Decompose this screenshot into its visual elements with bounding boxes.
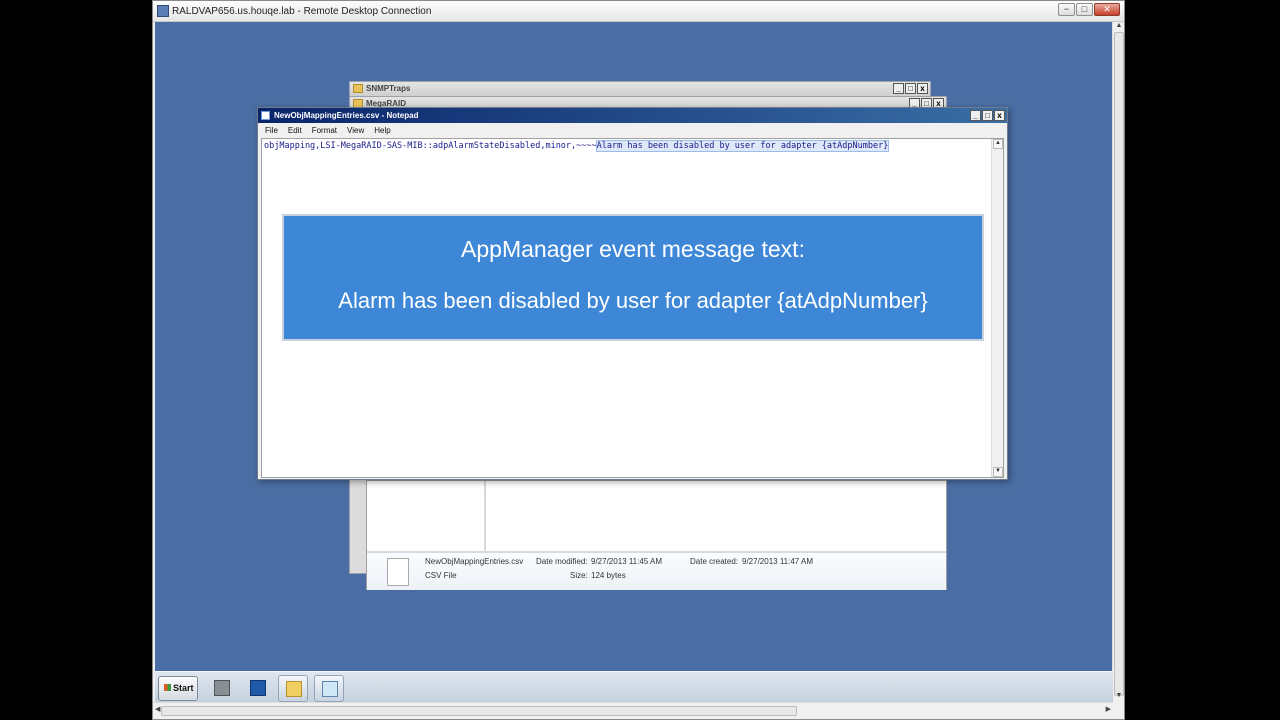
details-pane: NewObjMappingEntries.csv CSV File Date m… xyxy=(367,551,946,590)
callout-heading: AppManager event message text: xyxy=(461,236,805,262)
menu-help[interactable]: Help xyxy=(374,124,390,138)
horizontal-scroll-thumb[interactable] xyxy=(161,706,797,716)
menu-bar: File Edit Format View Help xyxy=(258,124,1007,138)
selected-text[interactable]: Alarm has been disabled by user for adap… xyxy=(595,140,890,152)
rdp-app-icon xyxy=(157,5,169,17)
window-title: SNMPTraps xyxy=(366,84,411,93)
callout-message: Alarm has been disabled by user for adap… xyxy=(338,288,928,313)
vertical-scrollbar[interactable]: ▲ ▼ xyxy=(1112,22,1124,704)
navigation-pane[interactable] xyxy=(367,481,484,551)
date-created-label: Date created: xyxy=(690,557,739,566)
server-manager-icon[interactable] xyxy=(207,675,237,702)
scroll-right-icon[interactable]: ▶ xyxy=(1106,705,1111,713)
date-modified: 9/27/2013 11:45 AM xyxy=(591,557,663,566)
menu-view[interactable]: View xyxy=(347,124,364,138)
menu-file[interactable]: File xyxy=(265,124,278,138)
taskbar: Start xyxy=(155,671,1113,704)
scroll-left-icon[interactable]: ◀ xyxy=(155,705,160,713)
editor-scrollbar[interactable]: ▲ ▼ xyxy=(991,139,1003,477)
scroll-up-icon[interactable]: ▲ xyxy=(993,139,1003,149)
folder-icon xyxy=(353,84,363,93)
explorer-icon[interactable] xyxy=(278,675,308,702)
close-button[interactable]: x xyxy=(994,110,1005,121)
start-button[interactable]: Start xyxy=(158,676,198,701)
rdp-title: RALDVAP656.us.houqe.lab - Remote Desktop… xyxy=(172,6,432,17)
powershell-icon[interactable] xyxy=(243,675,273,702)
minimize-button[interactable]: _ xyxy=(970,110,981,121)
date-created: 9/27/2013 11:47 AM xyxy=(742,557,814,566)
menu-format[interactable]: Format xyxy=(312,124,337,138)
snmptraps-window[interactable]: SNMPTraps _ □ x xyxy=(349,81,931,96)
start-label: Start xyxy=(173,683,194,693)
scroll-down-icon[interactable]: ▼ xyxy=(1114,692,1124,704)
rdp-title-bar[interactable]: RALDVAP656.us.houqe.lab - Remote Desktop… xyxy=(153,1,1124,22)
windows-logo-icon xyxy=(164,684,171,691)
maximize-button[interactable]: □ xyxy=(1076,3,1093,16)
close-button[interactable]: x xyxy=(917,83,928,94)
maximize-button[interactable]: □ xyxy=(905,83,916,94)
scroll-down-icon[interactable]: ▼ xyxy=(993,467,1003,477)
minimize-button[interactable]: − xyxy=(1058,3,1075,16)
size-label: Size: xyxy=(570,571,588,580)
vertical-scroll-thumb[interactable] xyxy=(1114,32,1124,696)
minimize-button[interactable]: _ xyxy=(893,83,904,94)
file-name: NewObjMappingEntries.csv xyxy=(425,557,524,566)
file-type: CSV File xyxy=(425,571,457,580)
csv-file-icon xyxy=(387,558,409,586)
notepad-icon[interactable] xyxy=(314,675,344,702)
notepad-title-bar[interactable]: NewObjMappingEntries.csv - Notepad _ □ x xyxy=(258,108,1007,123)
maximize-button[interactable]: □ xyxy=(982,110,993,121)
file-size: 124 bytes xyxy=(591,571,626,580)
text-line: objMapping,LSI-MegaRAID-SAS-MIB::adpAlar… xyxy=(264,140,890,152)
line-prefix: objMapping,LSI-MegaRAID-SAS-MIB::adpAlar… xyxy=(264,141,597,151)
pane-splitter[interactable] xyxy=(484,481,486,551)
notepad-icon xyxy=(261,111,270,120)
notepad-title: NewObjMappingEntries.csv - Notepad xyxy=(274,111,419,120)
close-button[interactable]: ✕ xyxy=(1094,3,1120,16)
explorer-content: NewObjMappingEntries.csv CSV File Date m… xyxy=(366,480,947,590)
callout-banner: AppManager event message text: Alarm has… xyxy=(282,214,984,341)
menu-edit[interactable]: Edit xyxy=(288,124,302,138)
date-modified-label: Date modified: xyxy=(536,557,588,566)
horizontal-scrollbar[interactable]: ◀ ▶ xyxy=(153,702,1113,719)
